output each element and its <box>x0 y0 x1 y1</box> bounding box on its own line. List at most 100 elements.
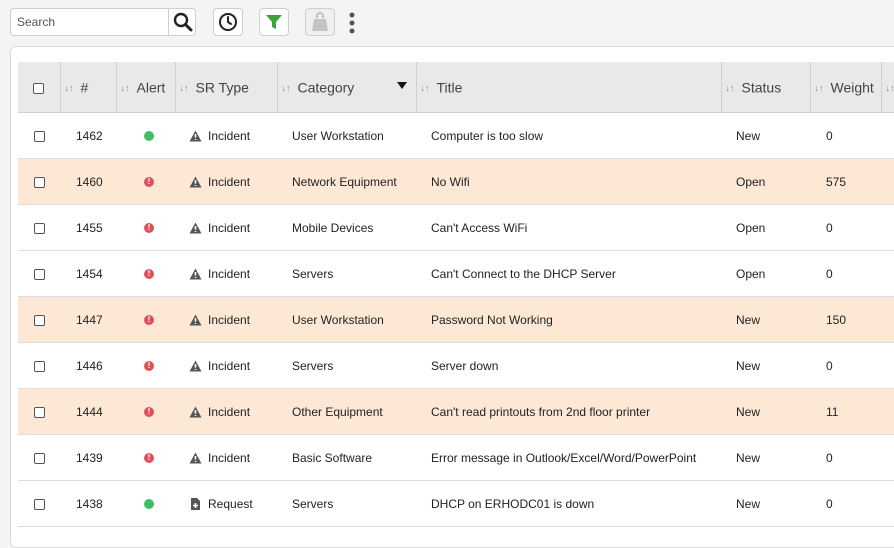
sort-icon: ↓↑ <box>726 83 738 93</box>
cell-extra <box>881 481 894 527</box>
category-filter-icon[interactable] <box>397 82 407 89</box>
column-header-num[interactable]: ↓↑# <box>60 62 116 113</box>
category-label: User Workstation <box>292 129 384 143</box>
table-row[interactable]: 1438RequestServersDHCP on ERHODC01 is do… <box>18 481 894 527</box>
cell-title: DHCP on ERHODC01 is down <box>416 481 721 527</box>
title-link[interactable]: Can't Connect to the DHCP Server <box>431 267 616 281</box>
more-button[interactable] <box>344 11 360 35</box>
cell-weight: 0 <box>810 435 881 481</box>
row-checkbox[interactable] <box>34 315 45 326</box>
title-link[interactable]: DHCP on ERHODC01 is down <box>431 497 594 511</box>
cell-status: New <box>721 435 810 481</box>
column-header-title[interactable]: ↓↑Title <box>416 62 721 113</box>
cell-status: New <box>721 481 810 527</box>
request-number: 1438 <box>76 497 103 511</box>
title-link[interactable]: Can't read printouts from 2nd floor prin… <box>431 405 650 419</box>
cell-sr-type: Incident <box>175 159 277 205</box>
row-checkbox[interactable] <box>34 269 45 280</box>
title-link[interactable]: Computer is too slow <box>431 129 543 143</box>
column-header-status[interactable]: ↓↑Status <box>721 62 810 113</box>
toolbar <box>0 0 894 46</box>
cell-category: Other Equipment <box>277 389 416 435</box>
category-label: User Workstation <box>292 313 384 327</box>
table-row[interactable]: 1455!IncidentMobile DevicesCan't Access … <box>18 205 894 251</box>
cell-title: Can't Connect to the DHCP Server <box>416 251 721 297</box>
cell-title: Server down <box>416 343 721 389</box>
row-checkbox[interactable] <box>34 407 45 418</box>
table-row[interactable]: 1447!IncidentUser WorkstationPassword No… <box>18 297 894 343</box>
category-label: Servers <box>292 359 333 373</box>
row-checkbox[interactable] <box>34 499 45 510</box>
cell-status: Open <box>721 205 810 251</box>
column-label-category: Category <box>298 80 355 96</box>
column-label-title: Title <box>437 80 463 96</box>
row-checkbox[interactable] <box>34 177 45 188</box>
request-number: 1460 <box>76 175 103 189</box>
weight-value: 0 <box>826 129 833 143</box>
sort-icon: ↓↑ <box>121 83 133 93</box>
request-number: 1444 <box>76 405 103 419</box>
row-checkbox[interactable] <box>34 131 45 142</box>
cell-category: User Workstation <box>277 113 416 159</box>
search-input[interactable] <box>11 9 167 35</box>
title-link[interactable]: No Wifi <box>431 175 470 189</box>
column-header-alert[interactable]: ↓↑Alert <box>116 62 175 113</box>
cell-extra <box>881 113 894 159</box>
row-checkbox[interactable] <box>34 453 45 464</box>
cell-sr-type: Incident <box>175 113 277 159</box>
request-number: 1454 <box>76 267 103 281</box>
alert-ok-icon <box>144 131 154 141</box>
cell-extra <box>881 205 894 251</box>
sr-type-label: Incident <box>208 451 250 465</box>
column-label-weight: Weight <box>831 80 874 96</box>
cell-extra <box>881 159 894 205</box>
filter-button[interactable] <box>259 8 289 36</box>
column-header-category[interactable]: ↓↑Category <box>277 62 416 113</box>
select-all-header <box>18 62 60 113</box>
table-row[interactable]: 1462IncidentUser WorkstationComputer is … <box>18 113 894 159</box>
column-header-weight[interactable]: ↓↑Weight <box>810 62 881 113</box>
cell-category: User Workstation <box>277 297 416 343</box>
title-link[interactable]: Server down <box>431 359 498 373</box>
row-select-cell <box>18 205 60 251</box>
cell-title: Password Not Working <box>416 297 721 343</box>
search-button[interactable] <box>168 9 197 35</box>
row-select-cell <box>18 389 60 435</box>
sort-icon: ↓↑ <box>65 83 77 93</box>
bag-button[interactable] <box>305 8 335 36</box>
table-row[interactable]: 1460!IncidentNetwork EquipmentNo WifiOpe… <box>18 159 894 205</box>
history-button[interactable] <box>213 8 243 36</box>
select-all-checkbox[interactable] <box>33 83 44 94</box>
incident-warning-icon <box>189 130 202 142</box>
cell-number: 1447 <box>60 297 116 343</box>
cell-number: 1438 <box>60 481 116 527</box>
sr-type-label: Incident <box>208 313 250 327</box>
cell-status: New <box>721 389 810 435</box>
table-row[interactable]: 1439!IncidentBasic SoftwareError message… <box>18 435 894 481</box>
table-row[interactable]: 1444!IncidentOther EquipmentCan't read p… <box>18 389 894 435</box>
status-label: New <box>736 359 760 373</box>
status-label: New <box>736 129 760 143</box>
table-body: 1462IncidentUser WorkstationComputer is … <box>18 113 894 527</box>
table-row[interactable]: 1454!IncidentServersCan't Connect to the… <box>18 251 894 297</box>
row-checkbox[interactable] <box>34 361 45 372</box>
cell-status: Open <box>721 251 810 297</box>
title-link[interactable]: Password Not Working <box>431 313 553 327</box>
weight-value: 575 <box>826 175 846 189</box>
column-header-more[interactable]: ↓↑ <box>881 62 894 113</box>
alert-warning-icon: ! <box>144 453 154 463</box>
cell-alert: ! <box>116 435 175 481</box>
cell-alert <box>116 481 175 527</box>
row-select-cell <box>18 481 60 527</box>
title-link[interactable]: Error message in Outlook/Excel/Word/Powe… <box>431 451 696 465</box>
sr-type-label: Incident <box>208 129 250 143</box>
request-icon <box>189 498 202 510</box>
alert-warning-icon: ! <box>144 177 154 187</box>
cell-number: 1446 <box>60 343 116 389</box>
title-link[interactable]: Can't Access WiFi <box>431 221 527 235</box>
cell-title: Computer is too slow <box>416 113 721 159</box>
table-row[interactable]: 1446!IncidentServersServer downNew0 <box>18 343 894 389</box>
row-checkbox[interactable] <box>34 223 45 234</box>
column-header-sr-type[interactable]: ↓↑SR Type <box>175 62 277 113</box>
alert-warning-icon: ! <box>144 407 154 417</box>
